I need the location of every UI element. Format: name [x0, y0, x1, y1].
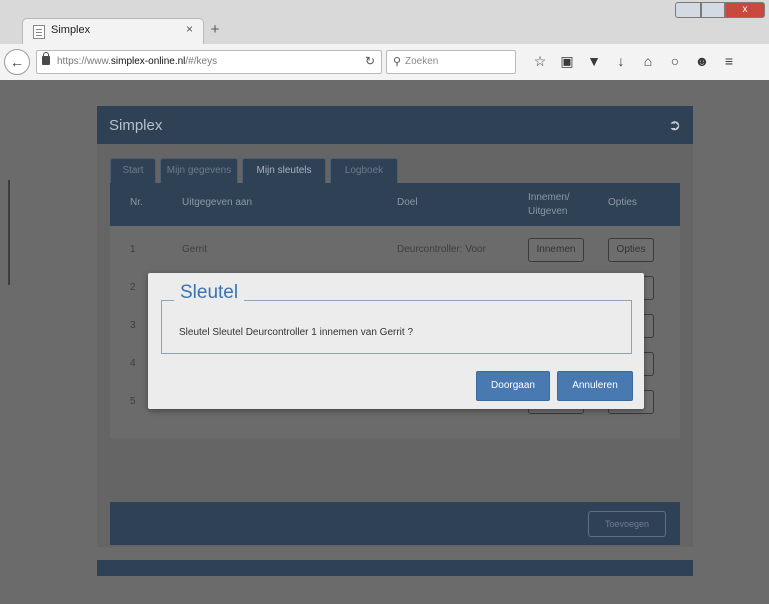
row-nr: 4	[130, 358, 136, 369]
minimize-button[interactable]	[675, 2, 701, 18]
reading-list-icon[interactable]: ▣	[555, 52, 579, 70]
table-header: Nr. Uitgegeven aan Doel Innemen/ Uitgeve…	[110, 183, 680, 226]
header-options: Opties	[608, 197, 637, 208]
doorgaan-button[interactable]: Doorgaan	[476, 371, 550, 401]
toolbar-icons: ☆ ▣ ▼ ↓ ⌂ ○ ☻ ≡	[528, 52, 744, 70]
dialog-message: Sleutel Sleutel Deurcontroller 1 innemen…	[179, 327, 414, 338]
tab-logboek[interactable]: Logboek	[330, 158, 398, 183]
toevoegen-button[interactable]: Toevoegen	[588, 511, 666, 537]
url-prefix: https://www.	[57, 56, 111, 67]
left-edge-divider	[8, 180, 10, 285]
maximize-button[interactable]	[701, 2, 725, 18]
header-item: Doel	[397, 197, 418, 208]
tab-mijn-gegevens[interactable]: Mijn gegevens	[160, 158, 238, 183]
app-footer: Toevoegen	[110, 502, 680, 545]
search-bar[interactable]: ⚲ Zoeken	[386, 50, 516, 74]
search-placeholder: Zoeken	[405, 56, 439, 67]
row-item: Deurcontroller: Voor	[397, 244, 486, 255]
header-nr: Nr.	[130, 197, 143, 208]
lock-icon	[42, 52, 50, 65]
search-icon: ⚲	[393, 56, 402, 68]
row-nr: 2	[130, 282, 136, 293]
annuleren-button[interactable]: Annuleren	[557, 371, 633, 401]
avatar-icon[interactable]: ☻	[690, 52, 714, 70]
header-inout: Innemen/ Uitgeven	[528, 192, 570, 217]
row-nr: 1	[130, 244, 136, 255]
window-controls: x	[675, 2, 765, 18]
reload-icon[interactable]: ↻	[365, 54, 375, 68]
app-header: Simplex ➲	[97, 106, 693, 144]
chat-icon[interactable]: ○	[663, 52, 687, 70]
star-icon[interactable]: ☆	[528, 52, 552, 70]
confirm-dialog: Sleutel Sleutel Sleutel Deurcontroller 1…	[148, 273, 644, 409]
dialog-fieldset: Sleutel Sleutel Sleutel Deurcontroller 1…	[161, 282, 632, 354]
pocket-icon[interactable]: ▼	[582, 52, 606, 70]
app-title: Simplex	[109, 117, 163, 134]
tab-start[interactable]: Start	[110, 158, 156, 183]
home-icon[interactable]: ⌂	[636, 52, 660, 70]
window-close-button[interactable]: x	[725, 2, 765, 18]
url-text: https://www.simplex-online.nl/#/keys	[57, 56, 217, 67]
logout-icon[interactable]: ➲	[668, 116, 681, 134]
browser-tab[interactable]: Simplex ×	[22, 18, 204, 45]
title-bar: x Simplex × +	[0, 0, 769, 45]
row-given-to: Gerrit	[182, 244, 207, 255]
url-domain: simplex-online.nl	[110, 56, 186, 67]
dialog-title: Sleutel	[174, 282, 245, 304]
row-nr: 5	[130, 396, 136, 407]
download-icon[interactable]: ↓	[609, 52, 633, 70]
tab-close-icon[interactable]: ×	[186, 22, 193, 36]
tab-title: Simplex	[51, 24, 91, 36]
bottom-bar	[97, 560, 693, 576]
innemen-button[interactable]: Innemen	[528, 238, 584, 262]
back-button[interactable]: ←	[4, 49, 30, 75]
browser-chrome: x Simplex × + ← https://www.simplex-onli…	[0, 0, 769, 81]
header-given-to: Uitgegeven aan	[182, 197, 253, 208]
address-bar[interactable]: https://www.simplex-online.nl/#/keys ↻	[36, 50, 382, 74]
row-nr: 3	[130, 320, 136, 331]
menu-icon[interactable]: ≡	[717, 52, 741, 70]
url-path: /#/keys	[185, 56, 218, 67]
options-button[interactable]: Opties	[608, 238, 654, 262]
new-tab-button[interactable]: +	[206, 21, 224, 39]
page-favicon-icon	[33, 25, 45, 39]
table-row: 1 Gerrit Deurcontroller: Voor Innemen Op…	[110, 231, 680, 267]
navigation-bar: ← https://www.simplex-online.nl/#/keys ↻…	[0, 44, 769, 81]
tab-mijn-sleutels[interactable]: Mijn sleutels	[242, 158, 326, 183]
